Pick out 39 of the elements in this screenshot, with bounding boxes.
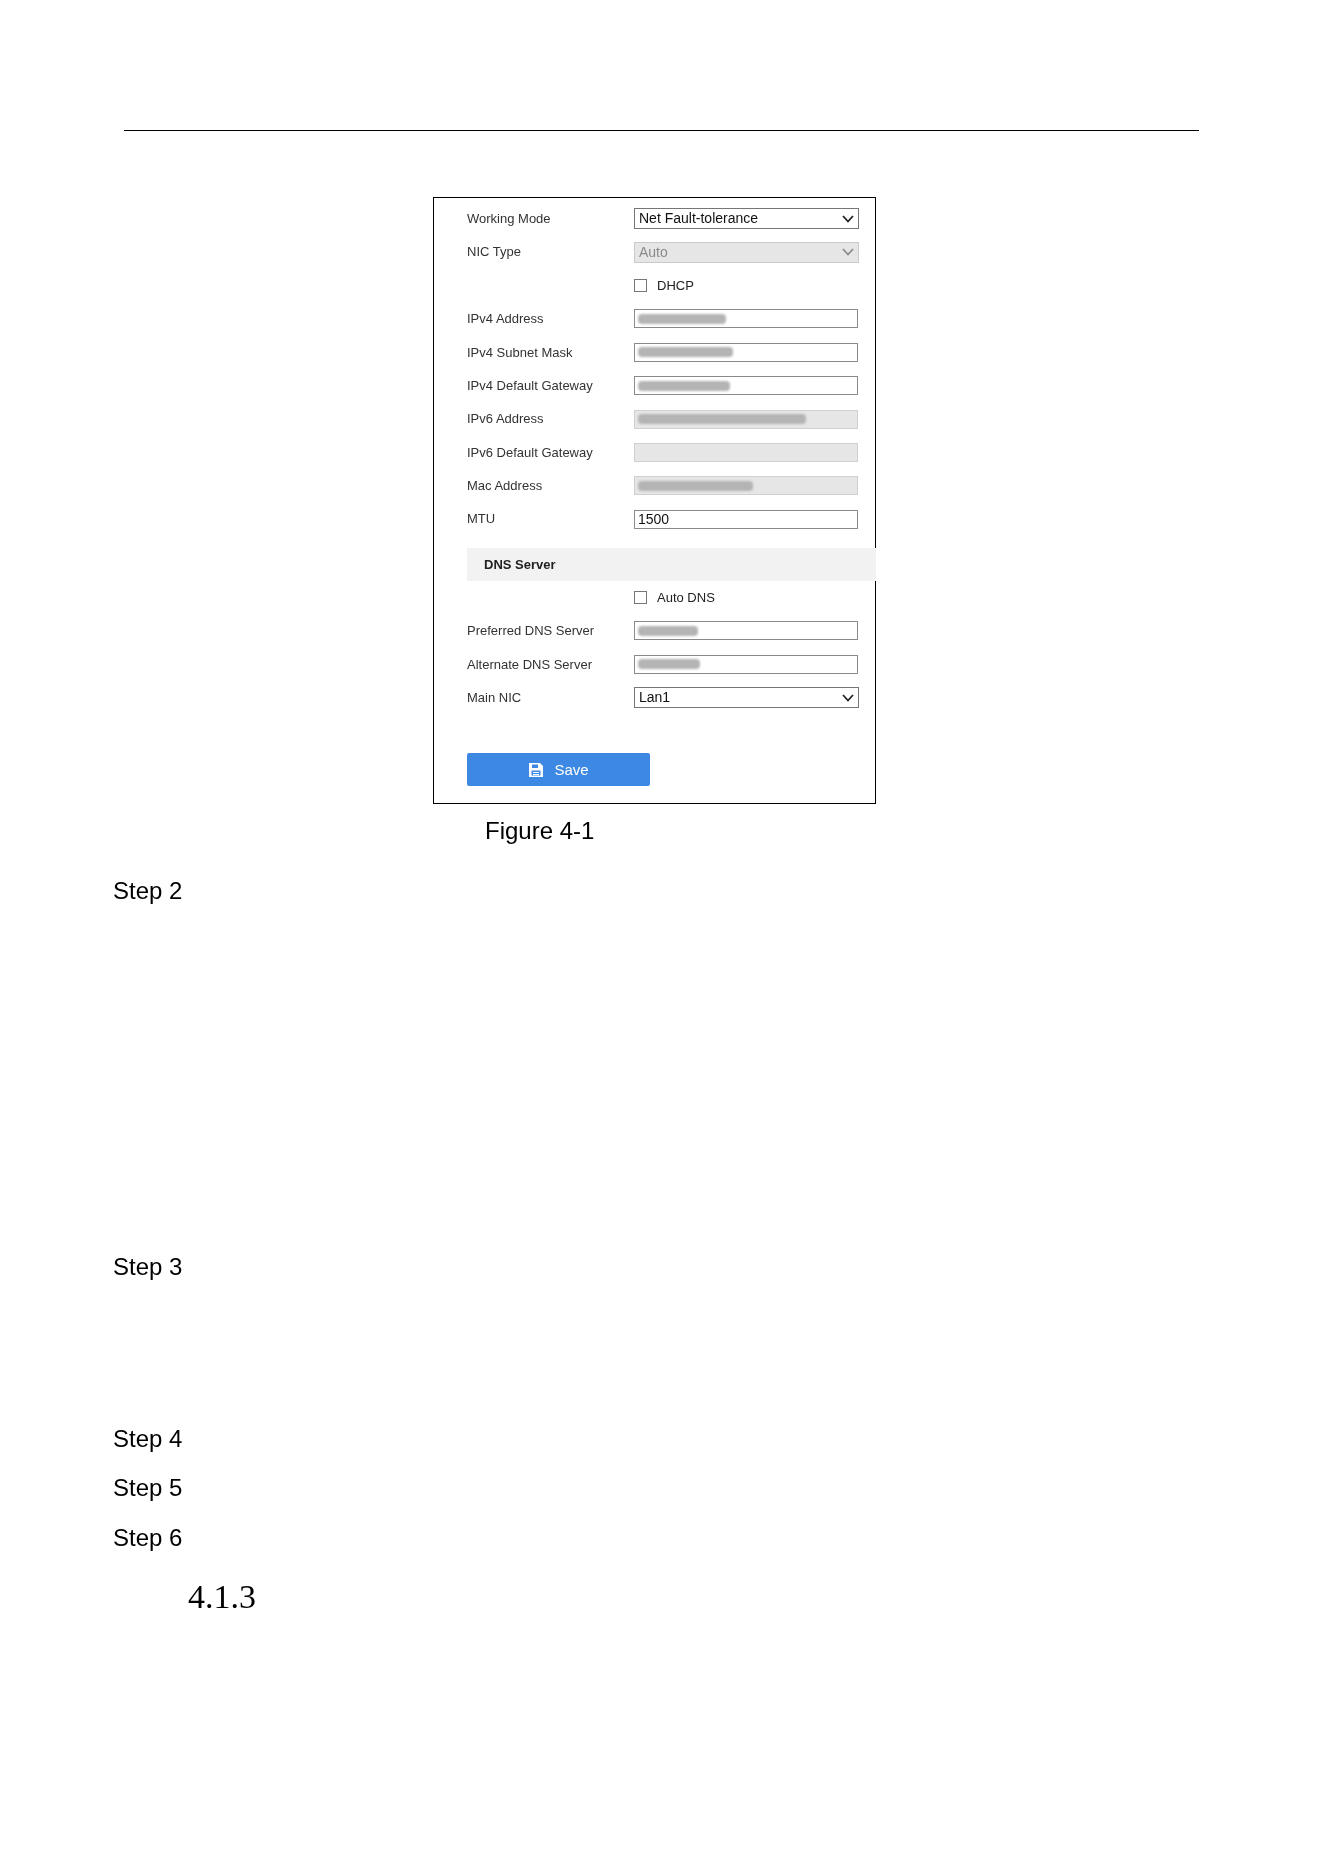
chevron-down-icon bbox=[842, 693, 854, 702]
input-field[interactable]: 1500 bbox=[634, 509, 858, 529]
field-label: Working Mode bbox=[467, 209, 552, 228]
step-label: Step 2 bbox=[113, 877, 183, 906]
field-label: Mac Address bbox=[467, 477, 544, 496]
save-button[interactable]: Save bbox=[467, 753, 650, 787]
step-label: Step 3 bbox=[113, 1253, 183, 1282]
checkbox[interactable] bbox=[634, 591, 647, 605]
input-field[interactable] bbox=[634, 654, 858, 674]
section-title: DNS Server bbox=[484, 555, 556, 574]
section-heading: 4.1.3 bbox=[188, 1577, 256, 1618]
field-label: IPv4 Default Gateway bbox=[467, 376, 594, 395]
step-label: Step 4 bbox=[113, 1425, 183, 1454]
blurred-value bbox=[638, 626, 698, 636]
input-field[interactable] bbox=[634, 342, 858, 362]
field-label: Alternate DNS Server bbox=[467, 655, 593, 674]
input-field[interactable] bbox=[634, 621, 858, 641]
input-field[interactable] bbox=[634, 376, 858, 396]
save-icon bbox=[528, 761, 545, 778]
step-label: Step 5 bbox=[113, 1474, 183, 1503]
figure-caption: Figure 4-1 bbox=[485, 817, 595, 846]
field-label: Preferred DNS Server bbox=[467, 622, 596, 641]
field-label: NIC Type bbox=[467, 243, 522, 262]
select-field[interactable]: Net Fault-tolerance bbox=[634, 208, 859, 230]
field-label: MTU bbox=[467, 510, 497, 529]
checkbox-label[interactable]: DHCP bbox=[657, 275, 694, 296]
input-field[interactable] bbox=[634, 309, 858, 329]
field-label: IPv4 Address bbox=[467, 310, 545, 329]
step-label: Step 6 bbox=[113, 1524, 183, 1553]
checkbox-label[interactable]: Auto DNS bbox=[657, 587, 715, 608]
chevron-down-icon bbox=[842, 248, 854, 257]
select-field[interactable]: Lan1 bbox=[634, 687, 859, 709]
chevron-down-icon bbox=[842, 214, 854, 223]
blurred-value bbox=[638, 659, 700, 670]
field-label: Main NIC bbox=[467, 689, 523, 707]
field-label: IPv4 Subnet Mask bbox=[467, 343, 574, 362]
field-label: IPv6 Default Gateway bbox=[467, 443, 594, 462]
checkbox[interactable] bbox=[634, 278, 647, 292]
field-label: IPv6 Address bbox=[467, 410, 545, 429]
